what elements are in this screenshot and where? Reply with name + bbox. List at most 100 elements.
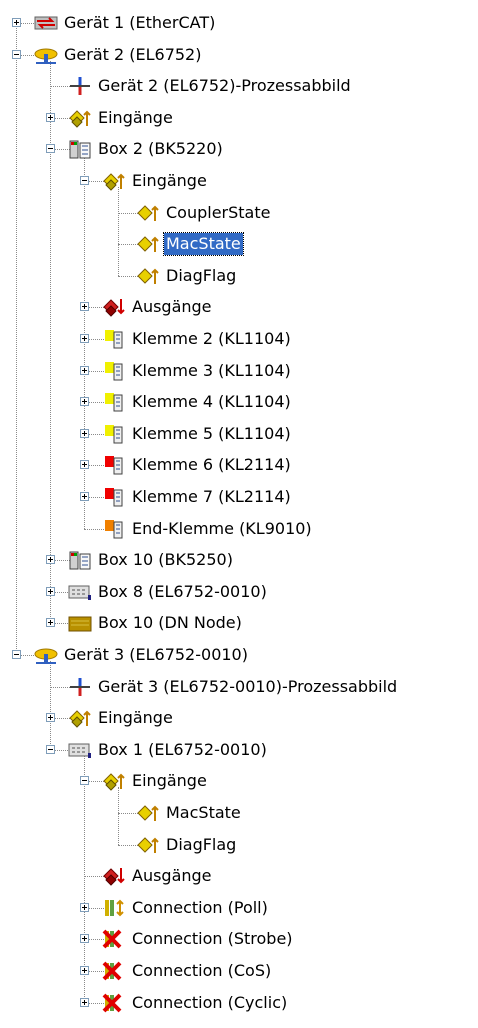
tree-node[interactable]: Eingänge	[0, 104, 478, 132]
tree-node[interactable]: DiagFlag	[0, 831, 478, 859]
tree-node-label[interactable]: Connection (Poll)	[130, 897, 270, 919]
expand-toggle[interactable]	[12, 18, 21, 27]
tree-node[interactable]: Ausgänge	[0, 862, 478, 890]
tree-node[interactable]: Connection (Cyclic)	[0, 989, 478, 1017]
tree-node-label[interactable]: Klemme 5 (KL1104)	[130, 423, 293, 445]
tree-node-label[interactable]: Klemme 2 (KL1104)	[130, 328, 293, 350]
tree-node-label[interactable]: Ausgänge	[130, 865, 214, 887]
tree-node-label[interactable]: Connection (Strobe)	[130, 928, 295, 950]
tree-node-label[interactable]: MacState	[164, 802, 243, 824]
tree-node[interactable]: Klemme 4 (KL1104)	[0, 388, 478, 416]
tree-node-label[interactable]: Gerät 2 (EL6752)	[62, 44, 203, 66]
collapse-toggle[interactable]	[12, 650, 21, 659]
tree-node[interactable]: Klemme 3 (KL1104)	[0, 357, 478, 385]
tree-node[interactable]: Ausgänge	[0, 293, 478, 321]
tree-node-label[interactable]: Eingänge	[96, 707, 175, 729]
tree-node[interactable]: Eingänge	[0, 767, 478, 795]
tree-node-label[interactable]: Box 8 (EL6752-0010)	[96, 581, 269, 603]
tree-node-label[interactable]: Klemme 3 (KL1104)	[130, 360, 293, 382]
tree-node[interactable]: Gerät 3 (EL6752-0010)-Prozessabbild	[0, 673, 478, 701]
tree-node-label[interactable]: Gerät 2 (EL6752)-Prozessabbild	[96, 75, 353, 97]
terminal-yellow-icon	[102, 392, 126, 412]
tree-node[interactable]: Klemme 5 (KL1104)	[0, 420, 478, 448]
tree-node[interactable]: Gerät 2 (EL6752)-Prozessabbild	[0, 72, 478, 100]
expand-toggle[interactable]	[80, 934, 89, 944]
tree-node[interactable]: MacState	[0, 799, 478, 827]
tree-node[interactable]: Box 2 (BK5220)	[0, 135, 478, 163]
tree-node-label[interactable]: Box 10 (BK5250)	[96, 549, 235, 571]
expand-toggle[interactable]	[80, 902, 89, 912]
expand-toggle[interactable]	[46, 555, 55, 565]
terminal-yellow-icon	[102, 329, 126, 349]
tree-node-label[interactable]: Ausgänge	[130, 296, 214, 318]
tree-node[interactable]: Gerät 3 (EL6752-0010)	[0, 641, 478, 669]
collapse-toggle[interactable]	[80, 776, 89, 786]
expand-toggle[interactable]	[80, 460, 89, 470]
bus-coupler-icon	[68, 550, 92, 570]
tree-node-label[interactable]: Box 2 (BK5220)	[96, 138, 225, 160]
tree-node-label[interactable]: Klemme 7 (KL2114)	[130, 486, 293, 508]
collapse-toggle[interactable]	[46, 744, 55, 754]
tree-node[interactable]: Klemme 2 (KL1104)	[0, 325, 478, 353]
tree-node-label[interactable]: Klemme 4 (KL1104)	[130, 391, 293, 413]
inputs-icon	[68, 708, 92, 728]
tree-node-label[interactable]: CouplerState	[164, 202, 272, 224]
collapse-toggle[interactable]	[12, 49, 21, 59]
expand-toggle[interactable]	[80, 966, 89, 975]
tree-node-label[interactable]: Gerät 3 (EL6752-0010)	[62, 644, 250, 666]
tree-node[interactable]: DiagFlag	[0, 262, 478, 290]
tree-node[interactable]: MacState	[0, 230, 478, 258]
tree-node[interactable]: Box 8 (EL6752-0010)	[0, 578, 478, 606]
collapse-toggle[interactable]	[46, 144, 55, 154]
tree-node[interactable]: Eingänge	[0, 704, 478, 732]
inputs-icon	[68, 108, 92, 128]
tree-node-label[interactable]: Eingänge	[130, 770, 209, 792]
tree-node[interactable]: Box 10 (DN Node)	[0, 609, 478, 637]
connection-disabled-icon	[102, 993, 126, 1013]
tree-node-label[interactable]: Gerät 1 (EtherCAT)	[62, 12, 217, 34]
input-variable-icon	[136, 803, 160, 823]
slave-box-icon	[68, 740, 92, 760]
expand-toggle[interactable]	[80, 428, 89, 438]
expand-toggle[interactable]	[80, 334, 89, 343]
tree-node-label[interactable]: Gerät 3 (EL6752-0010)-Prozessabbild	[96, 676, 399, 698]
tree-node[interactable]: Box 1 (EL6752-0010)	[0, 736, 478, 764]
tree-node-label[interactable]: Connection (CoS)	[130, 960, 273, 982]
expand-toggle[interactable]	[80, 492, 89, 501]
expand-toggle[interactable]	[80, 397, 89, 407]
device-tree: Gerät 1 (EtherCAT) Gerät 2 (EL6752) Gerät …	[0, 0, 478, 1028]
tree-node-label[interactable]: MacState	[163, 232, 244, 257]
expand-toggle[interactable]	[80, 997, 89, 1007]
tree-node[interactable]: Connection (CoS)	[0, 957, 478, 985]
connection-disabled-icon	[102, 929, 126, 949]
tree-node-label[interactable]: End-Klemme (KL9010)	[130, 518, 314, 540]
expand-toggle[interactable]	[80, 302, 89, 312]
tree-node[interactable]: Gerät 2 (EL6752)	[0, 41, 478, 69]
expand-toggle[interactable]	[46, 618, 55, 628]
expand-toggle[interactable]	[46, 713, 55, 723]
tree-node[interactable]: Klemme 6 (KL2114)	[0, 451, 478, 479]
tree-node[interactable]: Gerät 1 (EtherCAT)	[0, 9, 478, 37]
tree-node[interactable]: Connection (Poll)	[0, 894, 478, 922]
tree-node-label[interactable]: Box 1 (EL6752-0010)	[96, 739, 269, 761]
terminal-yellow-icon	[102, 361, 126, 381]
tree-node[interactable]: Connection (Strobe)	[0, 925, 478, 953]
tree-node-label[interactable]: DiagFlag	[164, 265, 238, 287]
expand-toggle[interactable]	[46, 112, 55, 122]
tree-node-label[interactable]: Box 10 (DN Node)	[96, 612, 244, 634]
tree-node-label[interactable]: Connection (Cyclic)	[130, 992, 289, 1014]
tree-node-label[interactable]: Klemme 6 (KL2114)	[130, 454, 293, 476]
process-image-icon	[68, 76, 92, 96]
collapse-toggle[interactable]	[80, 176, 89, 185]
tree-node-label[interactable]: Eingänge	[96, 107, 175, 129]
expand-toggle[interactable]	[46, 586, 55, 596]
tree-node[interactable]: CouplerState	[0, 199, 478, 227]
expand-toggle[interactable]	[80, 365, 89, 375]
tree-node-label[interactable]: DiagFlag	[164, 834, 238, 856]
tree-node[interactable]: Eingänge	[0, 167, 478, 195]
tree-node[interactable]: Box 10 (BK5250)	[0, 546, 478, 574]
outputs-icon	[102, 297, 126, 318]
tree-node-label[interactable]: Eingänge	[130, 170, 209, 192]
tree-node[interactable]: End-Klemme (KL9010)	[0, 515, 478, 543]
tree-node[interactable]: Klemme 7 (KL2114)	[0, 483, 478, 511]
